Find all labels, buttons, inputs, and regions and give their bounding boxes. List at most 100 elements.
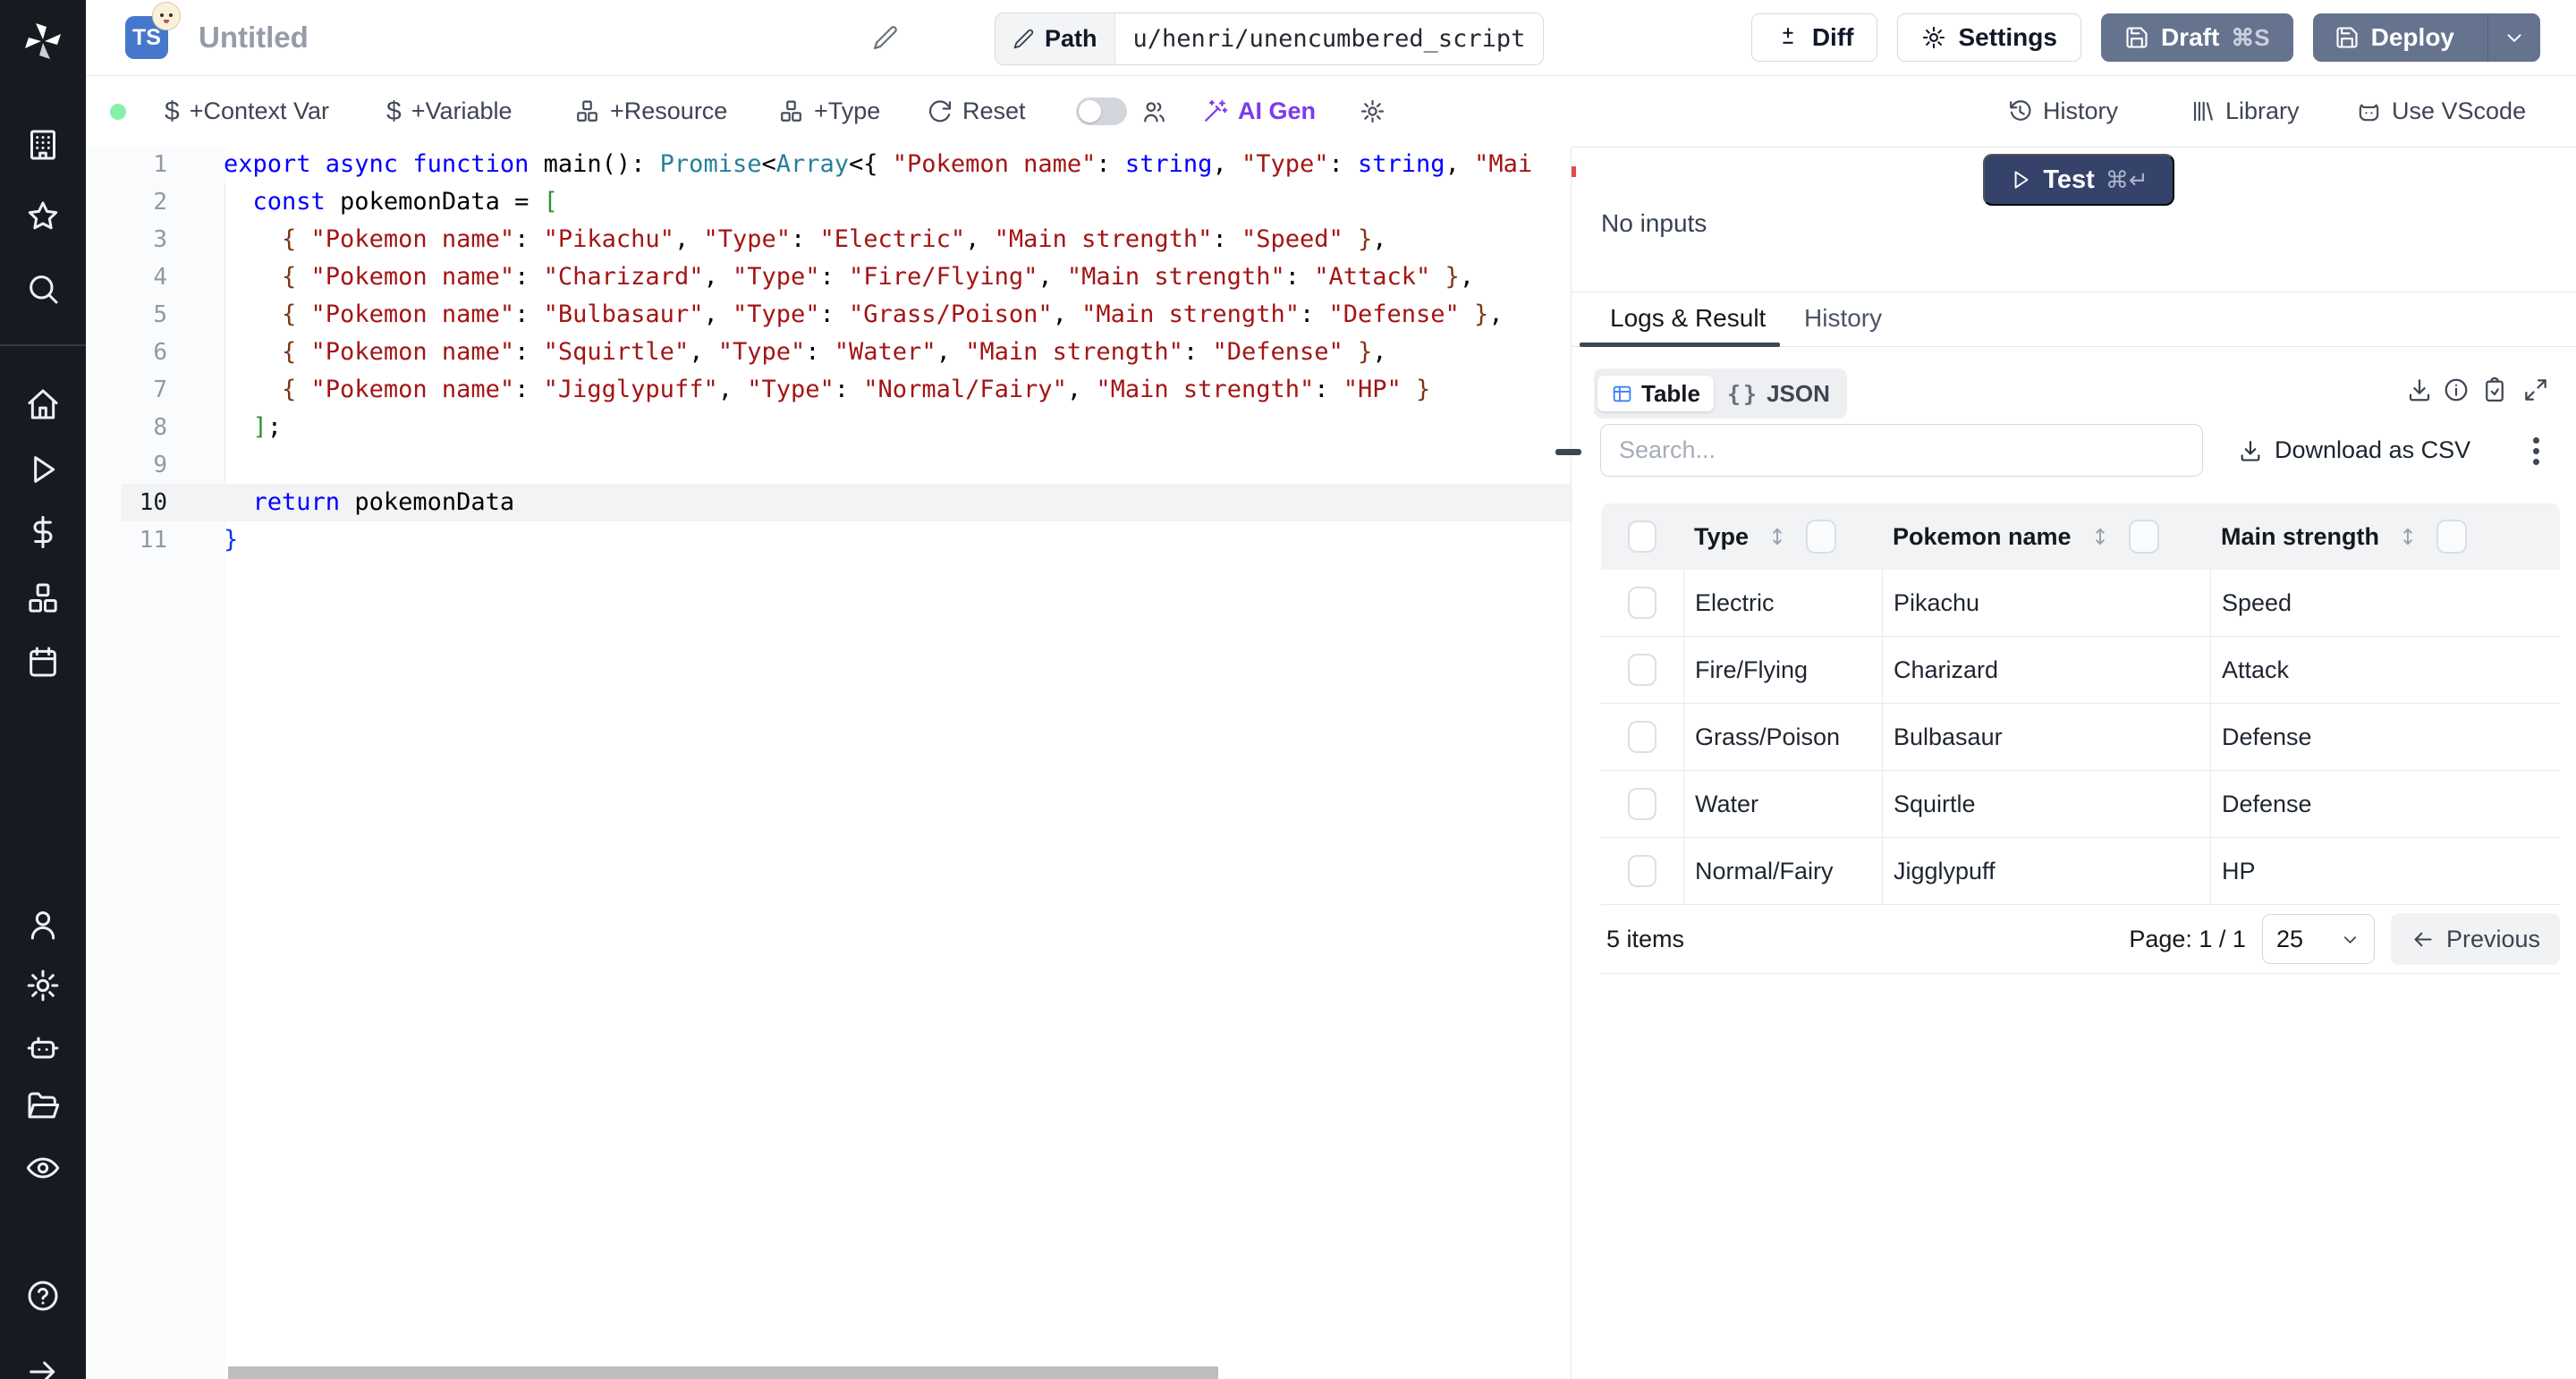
add-variable-button[interactable]: $ +Variable xyxy=(386,76,513,147)
code-line xyxy=(224,446,1532,484)
row-checkbox[interactable] xyxy=(1628,721,1657,753)
folder-icon[interactable] xyxy=(25,1089,61,1125)
result-search-input[interactable] xyxy=(1600,424,2203,477)
draft-label: Draft xyxy=(2161,23,2219,52)
dollar-icon[interactable] xyxy=(25,514,61,550)
sidebar xyxy=(0,0,86,1379)
draft-button[interactable]: Draft ⌘S xyxy=(2101,13,2293,62)
info-icon[interactable] xyxy=(2443,376,2470,403)
gear-icon xyxy=(1921,25,1946,50)
user-icon[interactable] xyxy=(25,907,61,943)
tab-history[interactable]: History xyxy=(1804,304,1882,333)
path-label-segment: Path xyxy=(996,13,1115,64)
json-view-label: JSON xyxy=(1767,380,1830,408)
windmill-logo-icon[interactable] xyxy=(21,20,64,63)
line-number: 2 xyxy=(86,183,167,221)
editor-settings-button[interactable] xyxy=(1360,76,1385,147)
arrow-right-icon[interactable] xyxy=(25,1354,61,1379)
json-view-button[interactable]: {} JSON xyxy=(1714,376,1843,411)
test-label: Test xyxy=(2043,165,2094,195)
star-icon[interactable] xyxy=(25,199,61,234)
table-cell: Fire/Flying xyxy=(1683,637,1882,703)
collaborators-button[interactable] xyxy=(1141,76,1167,147)
copy-clipboard-icon[interactable] xyxy=(2481,376,2508,403)
column-header-pokemon-name[interactable]: Pokemon name xyxy=(1893,523,2072,551)
column-toggle-pokemon-name[interactable] xyxy=(2129,520,2159,554)
gear-icon[interactable] xyxy=(25,968,61,1003)
column-header-type[interactable]: Type xyxy=(1694,523,1749,551)
save-icon xyxy=(2124,25,2149,50)
deploy-button[interactable]: Deploy xyxy=(2313,13,2476,62)
test-button[interactable]: Test ⌘↵ xyxy=(1983,154,2174,206)
path-field[interactable]: Path u/henri/unencumbered_script xyxy=(995,13,1544,65)
horizontal-scrollbar[interactable] xyxy=(228,1366,1218,1379)
table-cell: Bulbasaur xyxy=(1882,704,2210,770)
panel-divider[interactable] xyxy=(1571,147,1572,1379)
table-cell: Grass/Poison xyxy=(1683,704,1882,770)
toggle-off-icon[interactable] xyxy=(1076,97,1127,125)
row-checkbox[interactable] xyxy=(1628,654,1657,686)
library-button[interactable]: Library xyxy=(2190,76,2300,147)
ai-gen-button[interactable]: AI Gen xyxy=(1202,76,1316,147)
settings-button[interactable]: Settings xyxy=(1897,13,2080,62)
more-options-kebab-icon[interactable] xyxy=(2533,437,2539,444)
sort-icon[interactable] xyxy=(1766,525,1789,548)
column-toggle-type[interactable] xyxy=(1806,520,1836,554)
row-checkbox[interactable] xyxy=(1628,587,1657,619)
add-type-label: +Type xyxy=(814,97,880,125)
table-view-label: Table xyxy=(1641,380,1700,408)
table-view-button[interactable]: Table xyxy=(1597,376,1714,411)
cubes-icon[interactable] xyxy=(25,580,61,616)
bot-icon[interactable] xyxy=(25,1030,61,1066)
rotate-icon xyxy=(927,98,953,124)
building-icon[interactable] xyxy=(25,127,61,163)
script-emoji-icon xyxy=(152,2,181,30)
table-cell: Jigglypuff xyxy=(1882,838,2210,904)
edit-summary-pencil-icon[interactable] xyxy=(872,24,899,51)
row-checkbox[interactable] xyxy=(1628,788,1657,820)
play-icon[interactable] xyxy=(25,452,61,487)
eye-icon[interactable] xyxy=(25,1150,61,1186)
expand-icon[interactable] xyxy=(2522,376,2549,403)
row-checkbox[interactable] xyxy=(1628,855,1657,887)
dollar-icon: $ xyxy=(165,97,180,127)
code-line: { "Pokemon name": "Squirtle", "Type": "W… xyxy=(224,334,1532,371)
download-csv-button[interactable]: Download as CSV xyxy=(2238,424,2470,477)
home-icon[interactable] xyxy=(25,386,61,422)
diff-icon xyxy=(1775,25,1801,50)
reset-button[interactable]: Reset xyxy=(927,76,1026,147)
search-icon[interactable] xyxy=(25,271,61,307)
history-button[interactable]: History xyxy=(2007,76,2118,147)
deploy-split-button[interactable]: Deploy xyxy=(2313,13,2540,62)
column-header-main-strength[interactable]: Main strength xyxy=(2221,523,2379,551)
deploy-dropdown[interactable] xyxy=(2487,13,2540,62)
add-resource-button[interactable]: +Resource xyxy=(574,76,727,147)
page-size-value: 25 xyxy=(2276,926,2303,953)
collab-toggle[interactable] xyxy=(1076,76,1127,147)
code-editor[interactable]: 1234567891011 export async function main… xyxy=(86,147,1571,1379)
previous-page-button[interactable]: Previous xyxy=(2391,913,2560,965)
select-all-checkbox[interactable] xyxy=(1628,520,1657,553)
tab-logs-result[interactable]: Logs & Result xyxy=(1610,304,1766,333)
table-cell: Water xyxy=(1683,771,1882,837)
path-value[interactable]: u/henri/unencumbered_script xyxy=(1115,13,1544,64)
sort-icon[interactable] xyxy=(2396,525,2419,548)
page-size-select[interactable]: 25 xyxy=(2262,914,2375,964)
code-line: { "Pokemon name": "Pikachu", "Type": "El… xyxy=(224,221,1532,258)
calendar-icon[interactable] xyxy=(25,644,61,680)
help-icon[interactable] xyxy=(25,1278,61,1314)
download-result-icon[interactable] xyxy=(2406,376,2433,403)
add-context-var-button[interactable]: $ +Context Var xyxy=(165,76,329,147)
code-lines[interactable]: export async function main(): Promise<Ar… xyxy=(224,147,1532,559)
sort-icon[interactable] xyxy=(2089,525,2112,548)
vscode-icon xyxy=(2356,98,2382,124)
divider-drag-handle[interactable] xyxy=(1555,449,1581,455)
play-icon xyxy=(2009,168,2032,191)
column-toggle-main-strength[interactable] xyxy=(2436,520,2467,554)
active-tab-underline xyxy=(1580,343,1780,347)
add-type-button[interactable]: +Type xyxy=(778,76,880,147)
diff-button[interactable]: Diff xyxy=(1751,13,1878,62)
use-vscode-button[interactable]: Use VScode xyxy=(2356,76,2526,147)
download-icon xyxy=(2238,438,2263,463)
view-toggle: Table {} JSON xyxy=(1594,368,1847,419)
